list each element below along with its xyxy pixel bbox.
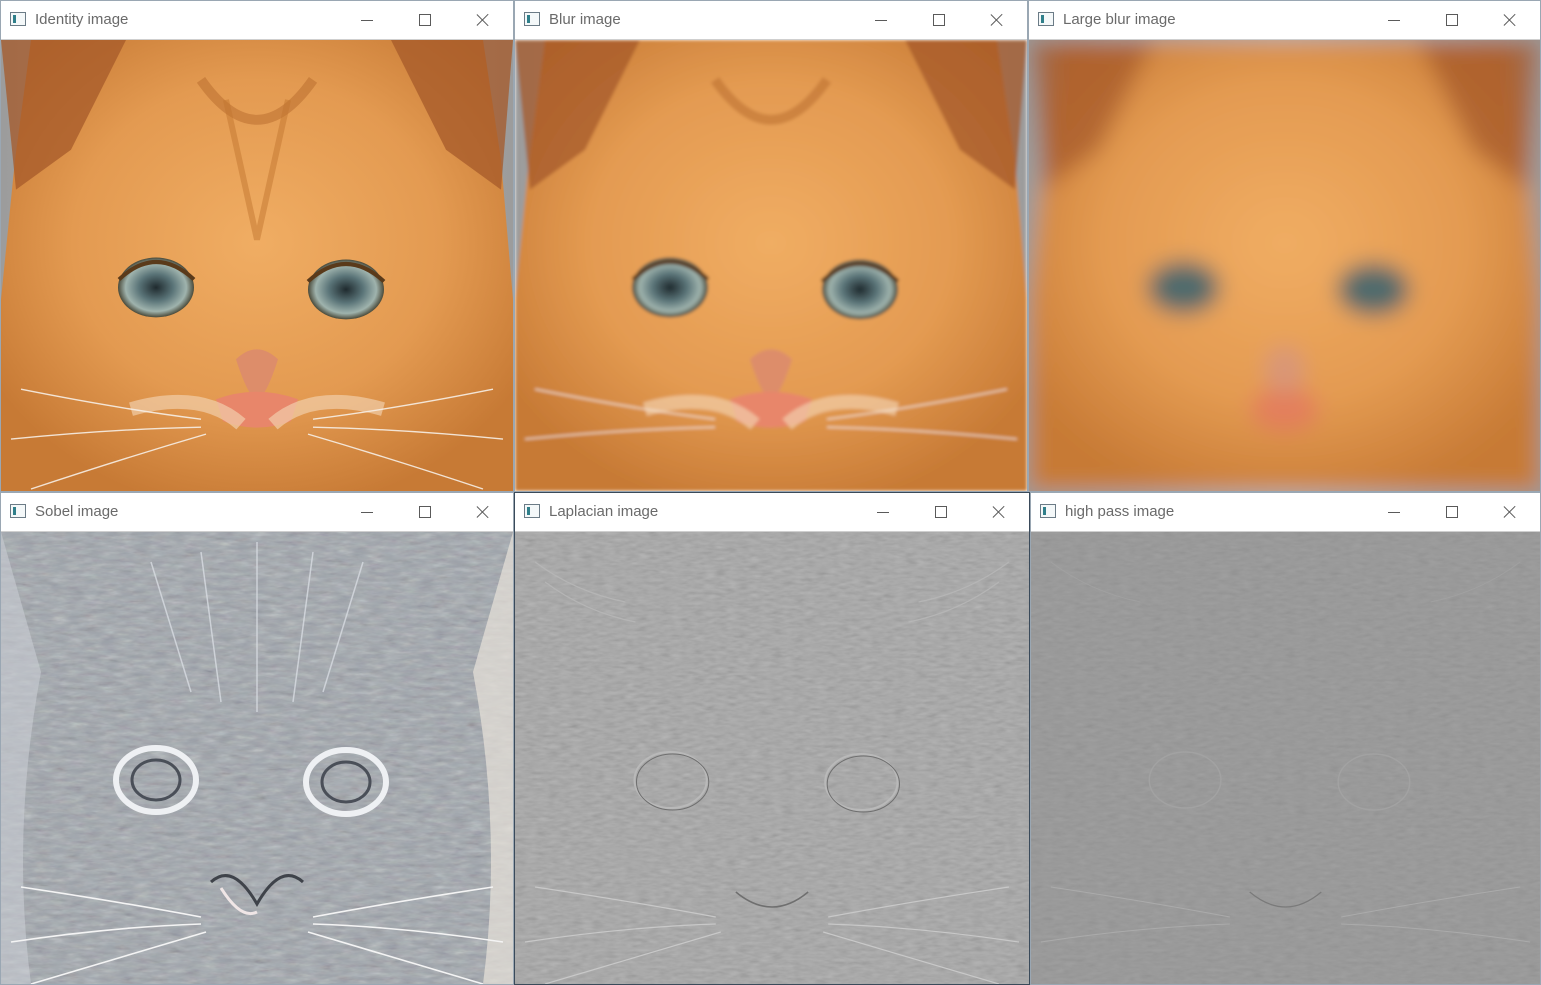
minimize-icon xyxy=(361,19,373,21)
maximize-icon xyxy=(1446,14,1458,26)
opencv-window-icon xyxy=(524,12,540,26)
kitten-image-blurred xyxy=(515,40,1027,491)
maximize-icon xyxy=(1446,506,1458,518)
minimize-button[interactable] xyxy=(858,5,904,35)
window-sobel-image[interactable]: Sobel image xyxy=(0,492,514,985)
window-title: high pass image xyxy=(1065,503,1175,520)
window-title: Laplacian image xyxy=(549,503,659,520)
close-button[interactable] xyxy=(460,497,506,527)
image-canvas xyxy=(515,532,1029,984)
titlebar[interactable]: Laplacian image xyxy=(515,493,1029,532)
maximize-button[interactable] xyxy=(402,5,448,35)
minimize-button[interactable] xyxy=(1371,497,1417,527)
window-identity-image[interactable]: Identity image xyxy=(0,0,514,492)
kitten-image-laplacian xyxy=(515,532,1029,984)
opencv-window-icon xyxy=(1040,504,1056,518)
image-canvas xyxy=(515,40,1027,491)
maximize-icon xyxy=(419,506,431,518)
window-title: Identity image xyxy=(35,11,129,28)
opencv-window-icon xyxy=(10,12,26,26)
maximize-button[interactable] xyxy=(1429,5,1475,35)
close-icon xyxy=(992,505,1006,519)
minimize-icon xyxy=(1388,19,1400,21)
image-canvas xyxy=(1,40,513,491)
window-large-blur-image[interactable]: Large blur image xyxy=(1028,0,1541,492)
titlebar[interactable]: Sobel image xyxy=(1,493,513,532)
window-laplacian-image[interactable]: Laplacian image xyxy=(514,492,1030,985)
close-button[interactable] xyxy=(1487,5,1533,35)
window-high-pass-image[interactable]: high pass image xyxy=(1030,492,1541,985)
minimize-button[interactable] xyxy=(860,497,906,527)
minimize-button[interactable] xyxy=(344,497,390,527)
image-canvas xyxy=(1,532,513,984)
close-icon xyxy=(990,13,1004,27)
window-title: Sobel image xyxy=(35,503,119,520)
minimize-button[interactable] xyxy=(344,5,390,35)
minimize-icon xyxy=(361,511,373,513)
kitten-image-large-blur xyxy=(1029,40,1540,491)
titlebar[interactable]: Large blur image xyxy=(1029,1,1540,40)
maximize-icon xyxy=(933,14,945,26)
kitten-image-sobel xyxy=(1,532,513,984)
minimize-icon xyxy=(875,19,887,21)
window-blur-image[interactable]: Blur image xyxy=(514,0,1028,492)
titlebar[interactable]: Identity image xyxy=(1,1,513,40)
window-title: Large blur image xyxy=(1063,11,1176,28)
image-canvas xyxy=(1029,40,1540,491)
window-title: Blur image xyxy=(549,11,621,28)
close-icon xyxy=(476,505,490,519)
maximize-button[interactable] xyxy=(916,5,962,35)
titlebar[interactable]: high pass image xyxy=(1031,493,1540,532)
kitten-image xyxy=(1,40,513,491)
opencv-window-icon xyxy=(1038,12,1054,26)
minimize-icon xyxy=(1388,511,1400,513)
minimize-icon xyxy=(877,511,889,513)
kitten-image-high-pass xyxy=(1031,532,1540,984)
image-canvas xyxy=(1031,532,1540,984)
close-button[interactable] xyxy=(974,5,1020,35)
maximize-icon xyxy=(935,506,947,518)
close-button[interactable] xyxy=(460,5,506,35)
maximize-button[interactable] xyxy=(1429,497,1475,527)
maximize-icon xyxy=(419,14,431,26)
close-button[interactable] xyxy=(1487,497,1533,527)
opencv-window-icon xyxy=(524,504,540,518)
opencv-window-icon xyxy=(10,504,26,518)
maximize-button[interactable] xyxy=(402,497,448,527)
close-icon xyxy=(1503,505,1517,519)
minimize-button[interactable] xyxy=(1371,5,1417,35)
close-button[interactable] xyxy=(976,497,1022,527)
titlebar[interactable]: Blur image xyxy=(515,1,1027,40)
close-icon xyxy=(476,13,490,27)
maximize-button[interactable] xyxy=(918,497,964,527)
close-icon xyxy=(1503,13,1517,27)
